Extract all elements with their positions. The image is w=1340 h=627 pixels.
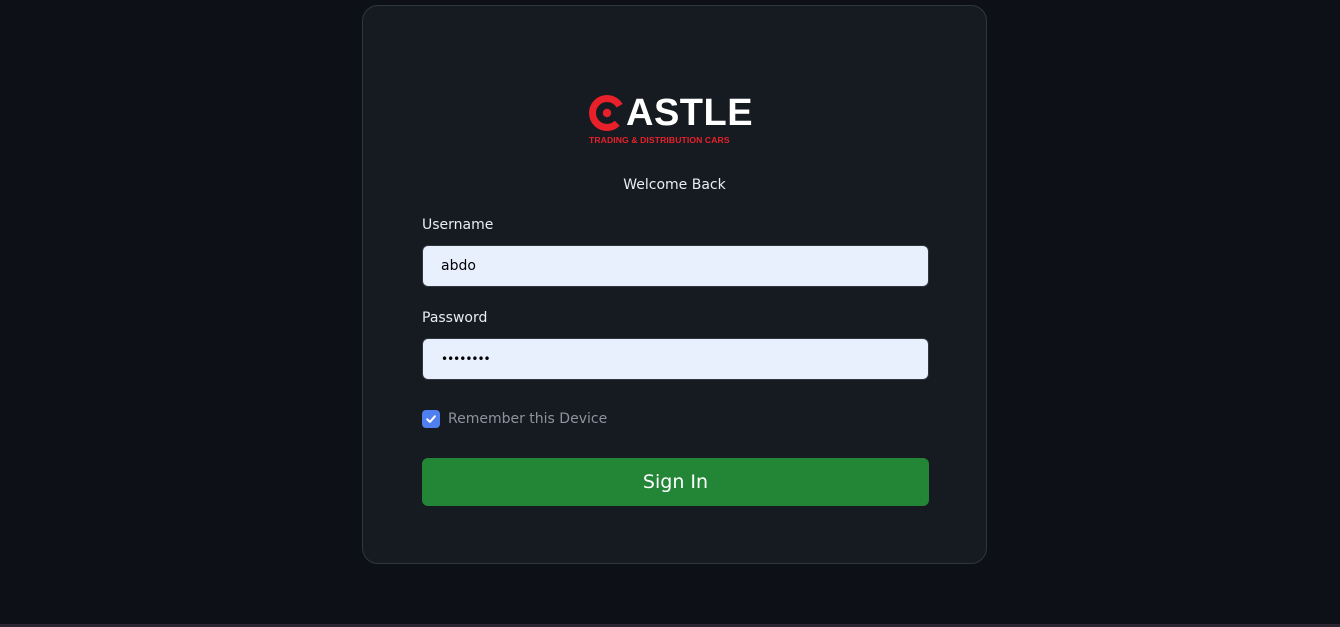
remember-device-row[interactable]: Remember this Device xyxy=(422,409,607,429)
login-card: ASTLE TRADING & DISTRIBUTION CARS Welcom… xyxy=(362,5,987,564)
sign-in-button[interactable]: Sign In xyxy=(422,458,929,506)
logo-tagline: TRADING & DISTRIBUTION CARS xyxy=(589,135,730,145)
check-icon xyxy=(426,415,436,423)
castle-c-logo-icon xyxy=(589,95,625,131)
logo-wordmark: ASTLE xyxy=(626,92,754,134)
username-label: Username xyxy=(422,217,494,233)
username-input[interactable] xyxy=(422,245,929,287)
castle-logo: ASTLE TRADING & DISTRIBUTION CARS xyxy=(588,92,768,150)
password-input[interactable] xyxy=(422,338,929,380)
remember-device-checkbox[interactable] xyxy=(422,410,440,428)
welcome-text: Welcome Back xyxy=(623,177,726,193)
remember-device-label: Remember this Device xyxy=(448,411,608,427)
password-label: Password xyxy=(422,310,488,326)
